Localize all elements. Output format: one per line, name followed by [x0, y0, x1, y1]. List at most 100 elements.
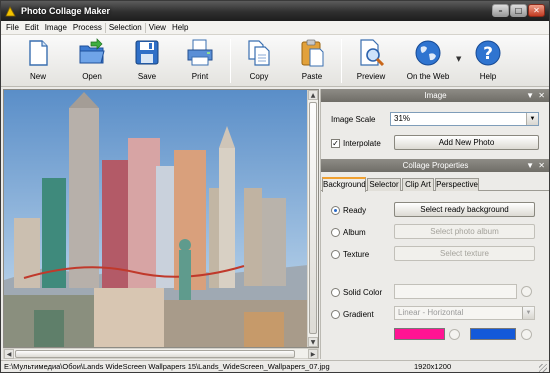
globe-icon: [415, 40, 441, 66]
tab-clip-art[interactable]: Clip Art: [402, 178, 434, 191]
web-dropdown-arrow-icon[interactable]: ▼: [456, 55, 461, 63]
panel-close-icon[interactable]: ✕: [538, 159, 545, 172]
properties-panel: Image ▼ ✕ Image Scale 31% ▼ ✓ Interpolat…: [320, 89, 549, 359]
menu-selection[interactable]: Selection: [106, 21, 145, 35]
select-ready-background-button[interactable]: Select ready background: [394, 202, 535, 217]
gradient-type-value: Linear - Horizontal: [398, 308, 464, 317]
toolbar-divider: [230, 39, 231, 83]
horizontal-scrollbar[interactable]: ◀ ▶: [3, 348, 319, 359]
gradient-radio[interactable]: [331, 310, 340, 319]
panel-collapse-icon[interactable]: ▼: [526, 89, 534, 102]
paste-clipboard-icon: [301, 39, 324, 67]
menu-edit[interactable]: Edit: [22, 21, 42, 35]
open-folder-icon: [79, 38, 105, 64]
minimize-button[interactable]: –: [492, 4, 509, 17]
window-title: Photo Collage Maker: [21, 6, 111, 16]
horizontal-scroll-thumb[interactable]: [15, 350, 295, 358]
scroll-up-arrow-icon[interactable]: ▲: [308, 90, 318, 100]
app-logo-icon: [5, 5, 16, 16]
panel-close-icon[interactable]: ✕: [538, 89, 545, 102]
texture-radio[interactable]: [331, 250, 340, 259]
main-toolbar: New Open Save Print Copy Paste Preview O…: [1, 35, 549, 87]
tab-selector[interactable]: Selector: [367, 178, 401, 191]
new-button[interactable]: New: [17, 37, 59, 85]
image-resolution: 1920x1200: [414, 362, 452, 371]
texture-label: Texture: [343, 250, 370, 259]
menu-image[interactable]: Image: [42, 21, 70, 35]
image-scale-value: 31%: [394, 114, 411, 123]
printer-icon: [187, 39, 213, 66]
vertical-scroll-thumb[interactable]: [309, 102, 317, 334]
gradient-type-select[interactable]: Linear - Horizontal ▼: [394, 306, 535, 320]
status-bar: E:\Мультимедиа\Обои\Lands WideScreen Wal…: [1, 360, 549, 372]
help-question-icon: ?: [475, 40, 501, 66]
file-path: E:\Мультимедиа\Обои\Lands WideScreen Wal…: [4, 362, 330, 371]
ready-radio[interactable]: [331, 206, 340, 215]
menu-bar: File Edit Image Process Selection View H…: [1, 21, 549, 35]
copy-button[interactable]: Copy: [238, 37, 280, 85]
ready-label: Ready: [343, 206, 367, 215]
menu-view[interactable]: View: [146, 21, 169, 35]
print-label: Print: [191, 72, 209, 81]
resize-grip-icon[interactable]: [539, 364, 547, 372]
select-texture-button[interactable]: Select texture: [394, 246, 535, 261]
app-window: Photo Collage Maker – □ ✕ File Edit Imag…: [0, 0, 550, 373]
image-panel-header: Image ▼ ✕: [321, 89, 549, 102]
interpolate-label: Interpolate: [343, 139, 381, 148]
scroll-down-arrow-icon[interactable]: ▼: [308, 337, 318, 347]
scroll-right-arrow-icon[interactable]: ▶: [308, 349, 318, 359]
color-picker-icon[interactable]: [521, 286, 532, 297]
toolbar-divider: [341, 39, 342, 83]
title-bar: Photo Collage Maker – □ ✕: [1, 1, 549, 21]
photo-canvas[interactable]: ▲ ▼: [3, 89, 319, 348]
menu-help[interactable]: Help: [169, 21, 191, 35]
color-picker-icon[interactable]: [449, 329, 460, 340]
chevron-down-icon[interactable]: ▼: [522, 307, 534, 319]
album-radio[interactable]: [331, 228, 340, 237]
window-controls: – □ ✕: [492, 4, 545, 17]
image-panel-title: Image: [424, 91, 447, 100]
save-button[interactable]: Save: [126, 37, 168, 85]
scroll-left-arrow-icon[interactable]: ◀: [4, 349, 14, 359]
help-label: Help: [479, 72, 497, 81]
print-button[interactable]: Print: [179, 37, 221, 85]
on-the-web-button[interactable]: On the Web: [403, 37, 453, 85]
open-button[interactable]: Open: [71, 37, 113, 85]
paste-label: Paste: [301, 72, 323, 81]
help-button[interactable]: ? Help: [467, 37, 509, 85]
tab-background[interactable]: Background: [322, 177, 366, 192]
copy-icon: [248, 40, 270, 66]
maximize-button[interactable]: □: [510, 4, 527, 17]
image-scale-label: Image Scale: [331, 115, 376, 124]
save-disk-icon: [135, 40, 159, 65]
tab-perspective[interactable]: Perspective: [435, 178, 479, 191]
preview-magnifier-icon: [360, 39, 385, 67]
menu-process[interactable]: Process: [70, 21, 105, 35]
image-scale-combo[interactable]: 31% ▼: [390, 112, 539, 126]
album-label: Album: [343, 228, 366, 237]
gradient-start-color-swatch[interactable]: [394, 328, 445, 340]
panel-collapse-icon[interactable]: ▼: [526, 159, 534, 172]
save-label: Save: [137, 72, 157, 81]
gradient-end-color-swatch[interactable]: [470, 328, 516, 340]
collage-photo: [4, 90, 308, 347]
chevron-down-icon[interactable]: ▼: [526, 113, 538, 125]
collage-tabs: Background Selector Clip Art Perspective: [321, 177, 549, 192]
color-picker-icon[interactable]: [521, 329, 532, 340]
new-document-icon: [29, 40, 48, 66]
preview-button[interactable]: Preview: [350, 37, 392, 85]
solid-color-field[interactable]: [394, 284, 517, 299]
gradient-label: Gradient: [343, 310, 374, 319]
solid-color-radio[interactable]: [331, 288, 340, 297]
paste-button[interactable]: Paste: [291, 37, 333, 85]
menu-file[interactable]: File: [3, 21, 22, 35]
select-photo-album-button[interactable]: Select photo album: [394, 224, 535, 239]
vertical-scrollbar[interactable]: ▲ ▼: [307, 90, 318, 347]
add-new-photo-button[interactable]: Add New Photo: [394, 135, 539, 150]
new-label: New: [29, 72, 46, 81]
solid-color-label: Solid Color: [343, 288, 383, 297]
on-the-web-label: On the Web: [406, 72, 450, 81]
preview-label: Preview: [356, 72, 386, 81]
close-button[interactable]: ✕: [528, 4, 545, 17]
interpolate-checkbox[interactable]: ✓: [331, 139, 340, 148]
